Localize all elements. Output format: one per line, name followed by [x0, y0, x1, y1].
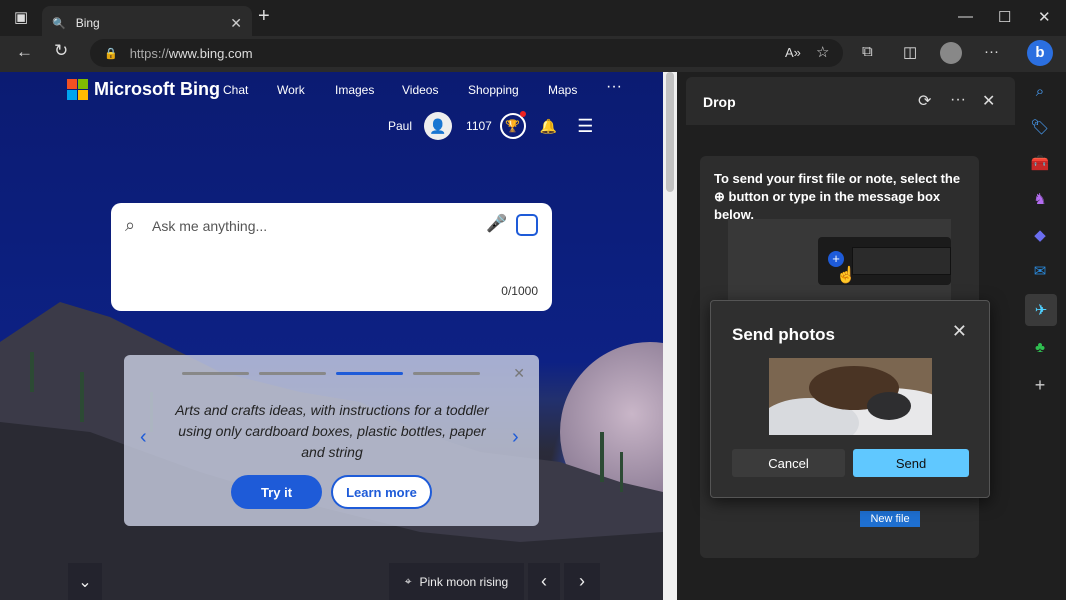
nav-images[interactable]: Images: [335, 83, 374, 97]
tab-actions-icon[interactable]: ▣: [14, 8, 28, 26]
scroll-down-button[interactable]: ⌄: [68, 563, 102, 600]
carousel-indicator-3[interactable]: [336, 372, 403, 375]
back-icon[interactable]: ←: [16, 42, 33, 62]
page-scrollbar[interactable]: [663, 72, 677, 600]
send-button[interactable]: Send: [853, 449, 969, 477]
sidebar-drop-icon[interactable]: ✈: [1025, 294, 1057, 326]
card-next-icon[interactable]: ›: [512, 426, 519, 449]
bing-homepage: Microsoft Bing Chat Work Images Videos S…: [0, 72, 663, 600]
try-it-button[interactable]: Try it: [231, 475, 322, 509]
extensions-icon[interactable]: ⧉: [862, 43, 873, 60]
next-image-button[interactable]: ›: [564, 563, 600, 600]
notifications-bell-icon[interactable]: 🔔: [540, 118, 557, 135]
settings-more-icon[interactable]: ···: [984, 43, 999, 60]
suggestion-text: Arts and crafts ideas, with instructions…: [175, 402, 489, 460]
cancel-button[interactable]: Cancel: [732, 449, 845, 477]
bing-favicon-icon: 🔍: [52, 17, 66, 30]
nav-more[interactable]: ···: [606, 78, 622, 96]
card-prev-icon[interactable]: ‹: [140, 426, 147, 449]
bing-logo[interactable]: Microsoft Bing: [67, 79, 220, 100]
prev-image-button[interactable]: ‹: [528, 563, 560, 600]
carousel-indicator-4[interactable]: [413, 372, 480, 375]
sidebar-add-icon[interactable]: +: [1027, 372, 1053, 398]
rewards-trophy-icon[interactable]: 🏆: [499, 111, 526, 139]
tab-close-icon[interactable]: ✕: [230, 15, 242, 32]
learn-more-button[interactable]: Learn more: [331, 475, 432, 509]
tab-bar: ▣ 🔍 Bing ✕ + — ☐ ✕: [0, 0, 1066, 40]
url-protocol: https://: [129, 45, 169, 61]
copilot-icon[interactable]: b: [1027, 40, 1053, 66]
search-box[interactable]: ⌕ Ask me anything... 🎤 0/1000: [111, 203, 552, 311]
drop-title: Drop: [703, 94, 736, 110]
address-bar[interactable]: 🔒 https:// www.bing.com: [90, 39, 843, 67]
dialog-close-icon[interactable]: ✕: [952, 321, 967, 342]
nav-chat[interactable]: Chat: [223, 83, 248, 97]
chat-suggestion-card: ✕ ‹ Arts and crafts ideas, with instruct…: [124, 355, 539, 526]
lock-icon[interactable]: 🔒: [104, 47, 118, 60]
minimize-button[interactable]: —: [958, 8, 973, 25]
brand-name: Microsoft Bing: [94, 79, 220, 99]
illustration-message-box: [852, 247, 951, 275]
user-row: Paul 👤 1107 🏆 🔔 ☰: [388, 111, 593, 140]
sidebar-outlook-icon[interactable]: ✉: [1027, 258, 1053, 284]
sidebar-search-icon[interactable]: ⌕: [1027, 78, 1053, 104]
nav-videos[interactable]: Videos: [402, 83, 438, 97]
drop-more-icon[interactable]: ···: [950, 91, 966, 109]
hand-cursor-icon: ☝: [836, 267, 856, 284]
rewards-points[interactable]: 1107: [466, 119, 492, 133]
character-count: 0/1000: [501, 284, 538, 298]
scrollbar-thumb[interactable]: [666, 72, 674, 192]
nav-maps[interactable]: Maps: [548, 83, 577, 97]
image-caption: Pink moon rising: [419, 574, 509, 589]
profile-avatar[interactable]: [940, 42, 962, 64]
send-photos-dialog: Send photos ✕ Cancel Send: [710, 300, 990, 498]
carousel-indicator-2[interactable]: [259, 372, 326, 375]
user-name[interactable]: Paul: [388, 119, 412, 133]
nav-work[interactable]: Work: [277, 83, 305, 97]
menu-hamburger-icon[interactable]: ☰: [577, 116, 593, 137]
sidebar-tools-icon[interactable]: 🧰: [1027, 150, 1053, 176]
photo-preview: [769, 358, 932, 435]
sidebar-shopping-icon[interactable]: 🏷: [1027, 114, 1053, 140]
sync-icon[interactable]: ⟳: [918, 91, 931, 111]
microphone-icon[interactable]: 🎤: [486, 214, 507, 234]
tab-bing[interactable]: 🔍 Bing ✕: [42, 6, 252, 40]
split-screen-icon[interactable]: ◫: [903, 43, 917, 61]
new-tab-button[interactable]: +: [258, 5, 270, 28]
image-info-button[interactable]: ⌖ Pink moon rising: [389, 563, 524, 600]
refresh-icon[interactable]: ↻: [54, 41, 68, 61]
dialog-title: Send photos: [732, 325, 835, 344]
search-icon: ⌕: [125, 215, 136, 235]
maximize-button[interactable]: ☐: [998, 8, 1011, 26]
drop-close-icon[interactable]: ✕: [982, 91, 995, 111]
nav-shopping[interactable]: Shopping: [468, 83, 519, 97]
visual-search-icon[interactable]: [516, 214, 538, 236]
favorite-star-icon[interactable]: ☆: [816, 43, 829, 61]
card-close-icon[interactable]: ✕: [513, 365, 525, 382]
url-host: www.bing.com: [168, 45, 253, 61]
edge-sidebar: ⌕ 🏷 🧰 ♞ ◆ ✉ ✈ ♣ +: [1015, 72, 1066, 600]
sidebar-tree-icon[interactable]: ♣: [1027, 334, 1053, 360]
user-avatar-icon[interactable]: 👤: [424, 112, 453, 140]
sidebar-games-icon[interactable]: ♞: [1027, 186, 1053, 212]
search-input[interactable]: Ask me anything...: [152, 218, 267, 234]
sidebar-copilot-icon[interactable]: ◆: [1027, 222, 1053, 248]
new-file-label: New file: [860, 511, 920, 527]
microsoft-logo-icon: [67, 79, 88, 100]
window-close-button[interactable]: ✕: [1038, 8, 1051, 26]
tab-title: Bing: [75, 16, 100, 30]
location-pin-icon: ⌖: [404, 574, 412, 588]
drop-instructions: To send your first file or note, select …: [714, 171, 961, 222]
carousel-indicator-1[interactable]: [182, 372, 249, 375]
read-aloud-icon[interactable]: A»: [785, 45, 801, 60]
browser-toolbar: ← ↻ 🔒 https:// www.bing.com A» ☆ ⧉ ◫ ···…: [0, 36, 1066, 72]
